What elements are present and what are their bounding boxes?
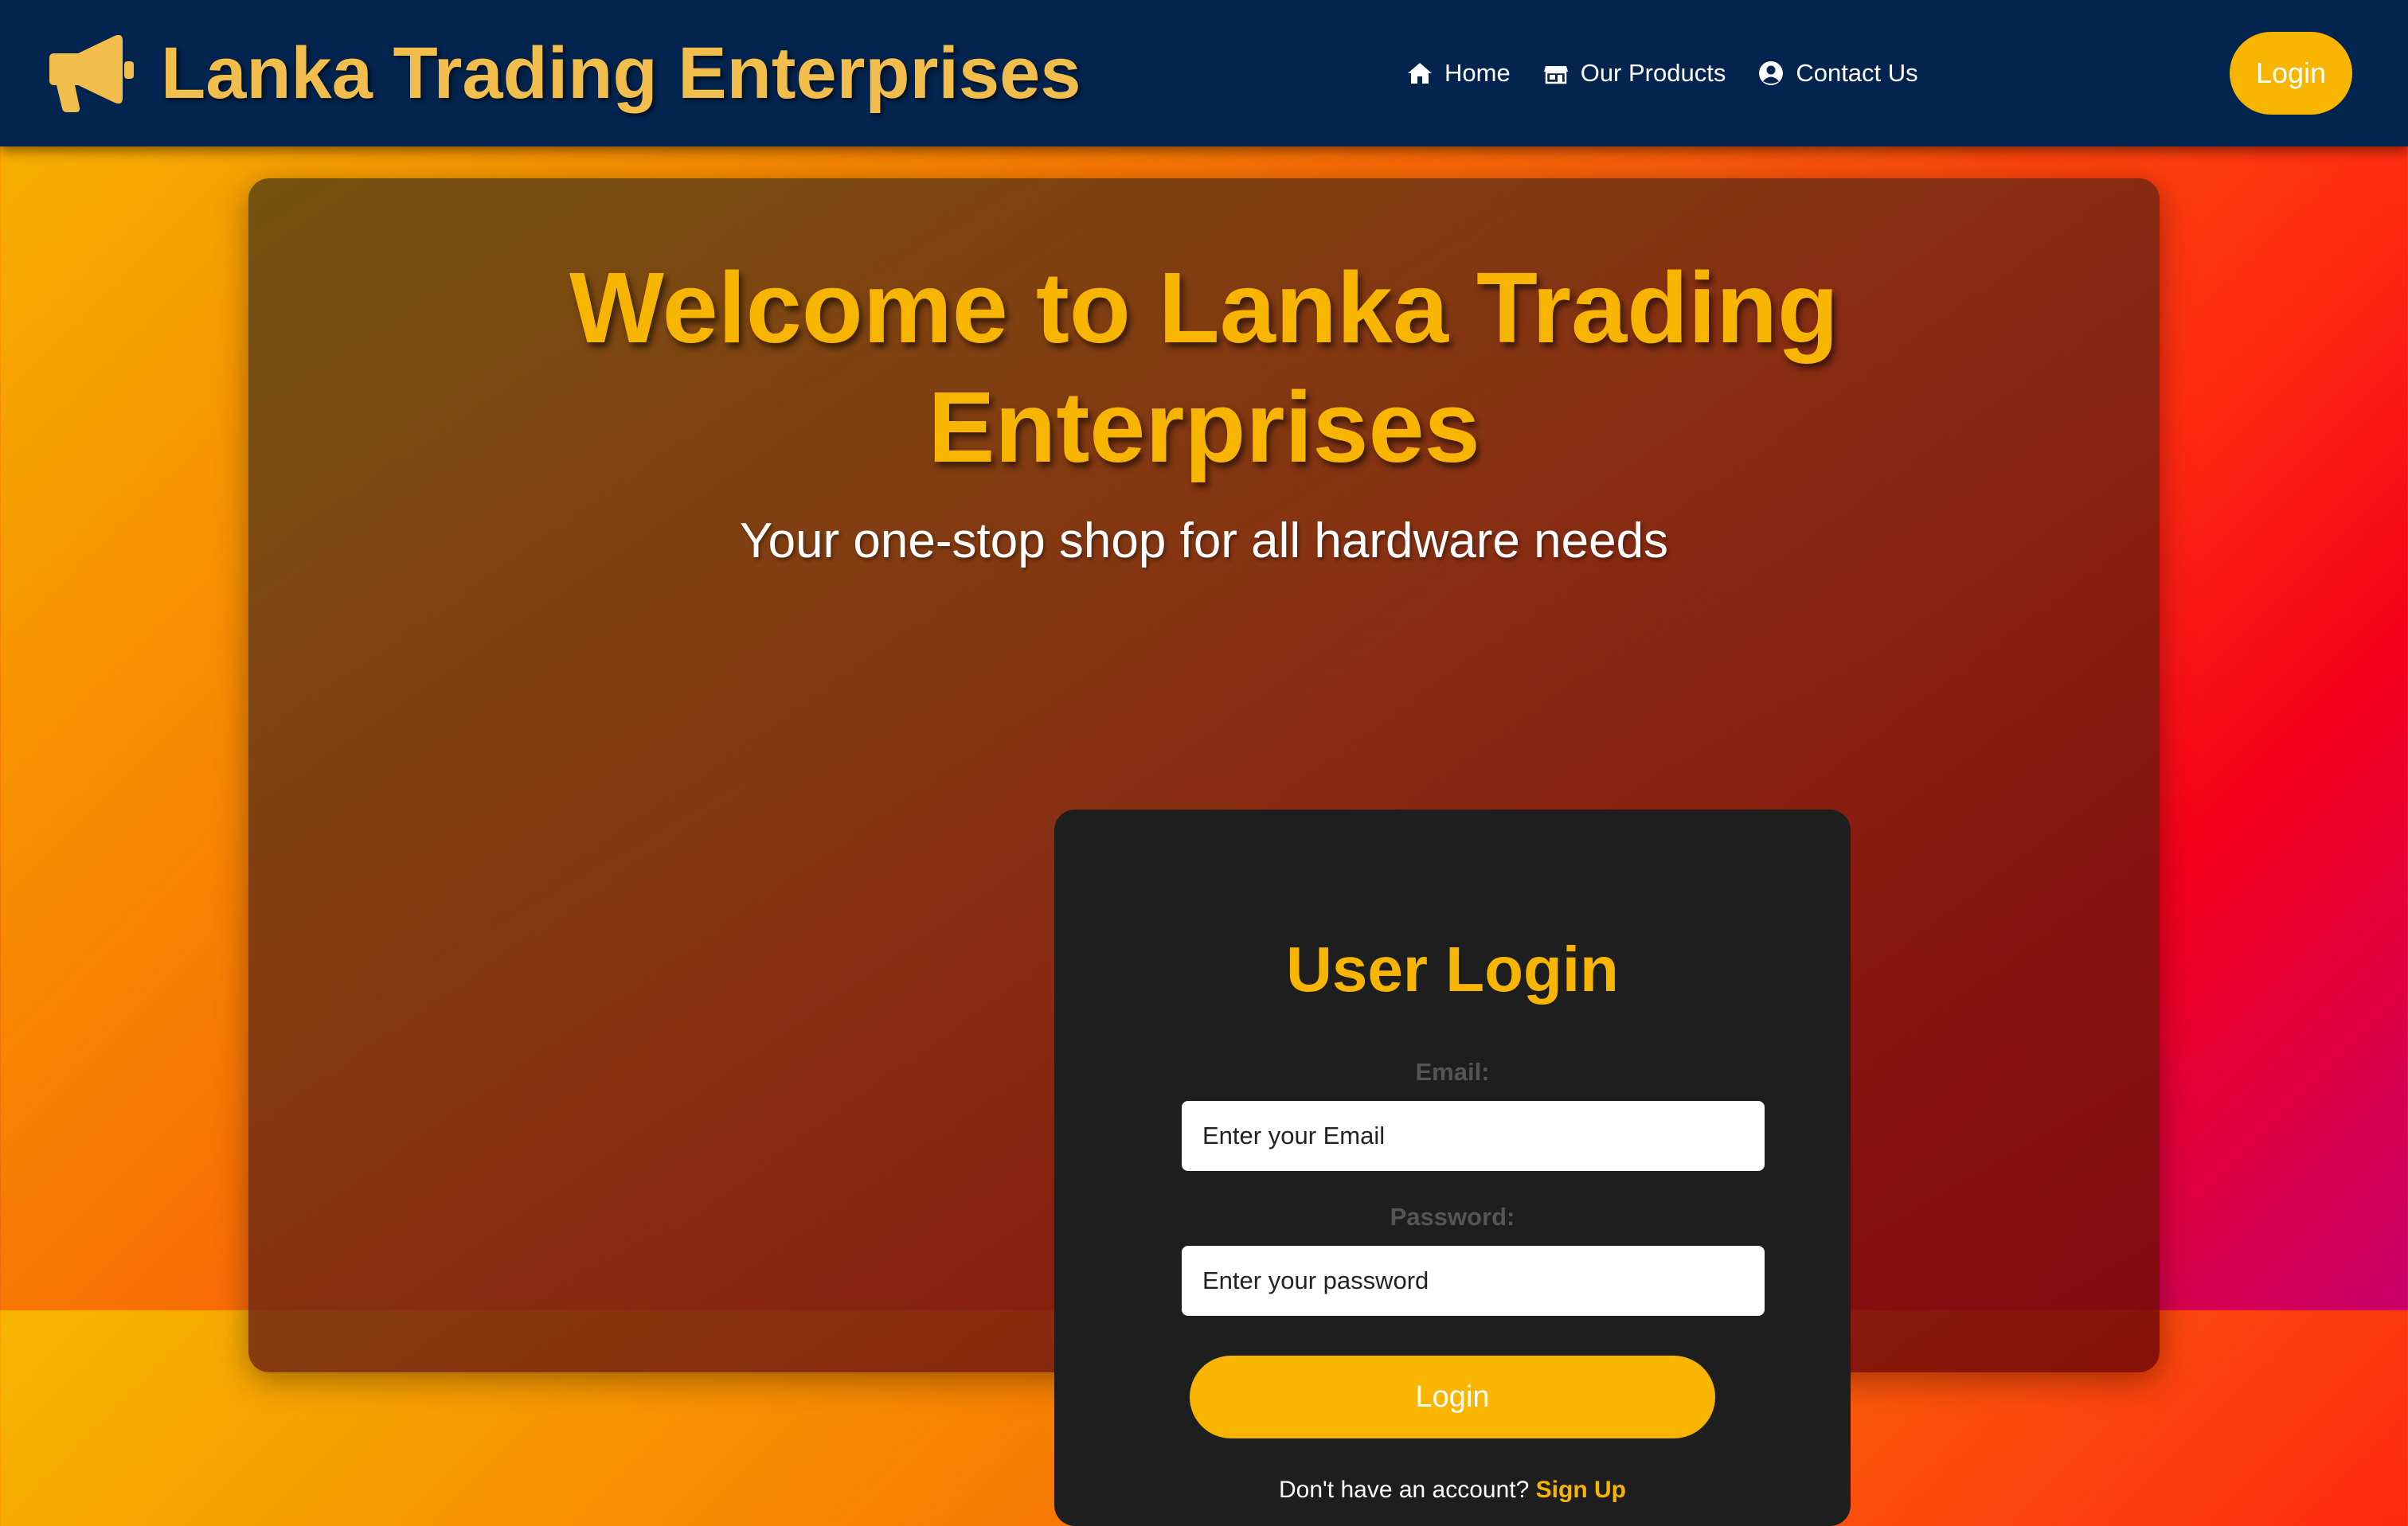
nav-item-contact[interactable]: Contact Us (1757, 59, 1918, 88)
hero-card: Welcome to Lanka Trading Enterprises You… (248, 178, 2160, 1526)
login-panel: User Login Email: Password: Login Don't … (1054, 810, 1851, 1526)
login-title: User Login (1286, 934, 1619, 1005)
user-circle-icon (1757, 60, 1784, 87)
brand-title: Lanka Trading Enterprises (161, 32, 1081, 114)
nav-item-label: Our Products (1580, 59, 1726, 87)
brand[interactable]: Lanka Trading Enterprises (46, 24, 1081, 123)
signup-link[interactable]: Sign Up (1536, 1477, 1626, 1503)
email-field[interactable] (1182, 1101, 1765, 1171)
hero-subtitle: Your one-stop shop for all hardware need… (739, 513, 1669, 568)
nav-item-home[interactable]: Home (1406, 59, 1511, 88)
signup-prompt-text: Don't have an account? (1279, 1477, 1530, 1503)
signup-prompt: Don't have an account? Sign Up (1054, 1477, 1851, 1504)
hero-title: Welcome to Lanka Trading Enterprises (569, 252, 1839, 483)
login-submit-button[interactable]: Login (1190, 1356, 1715, 1438)
password-field[interactable] (1182, 1246, 1765, 1316)
home-icon (1406, 60, 1433, 87)
header-login-button[interactable]: Login (2230, 32, 2352, 115)
nav-menu: Home Our Products Contact Us (1406, 53, 1950, 94)
megaphone-icon (46, 31, 137, 115)
nav-item-label: Contact Us (1796, 59, 1918, 87)
navbar: Lanka Trading Enterprises Home Our Produ… (0, 0, 2408, 146)
password-label: Password: (1390, 1203, 1515, 1231)
email-label: Email: (1415, 1058, 1490, 1086)
nav-item-products[interactable]: Our Products (1542, 59, 1726, 88)
nav-item-label: Home (1444, 59, 1511, 87)
store-icon (1542, 60, 1570, 87)
